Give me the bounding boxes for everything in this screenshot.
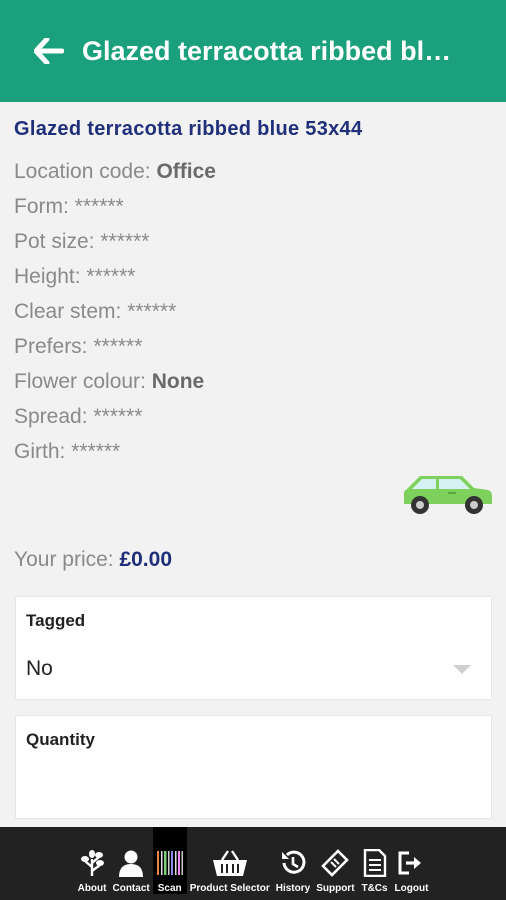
attr-prefers: Prefers: ****** [14, 335, 143, 358]
tagged-label: Tagged [26, 611, 86, 630]
history-icon [279, 848, 307, 878]
ticket-icon [321, 848, 350, 878]
page-title: Glazed terracotta ribbed bl… [82, 35, 452, 66]
back-button[interactable] [24, 26, 74, 76]
nav-scan[interactable]: Scan [152, 827, 187, 894]
arrow-left-icon [34, 38, 64, 64]
nav-contact[interactable]: Contact [109, 827, 152, 894]
nav-product-selector[interactable]: Product Selector [187, 827, 273, 894]
attr-location-code: Location code: Office [14, 160, 216, 183]
attr-height: Height: ****** [14, 265, 136, 288]
price-value: £0.00 [119, 548, 173, 571]
nav-about[interactable]: About [75, 827, 110, 894]
nav-history[interactable]: History [273, 827, 313, 894]
tagged-field[interactable]: Tagged No [15, 596, 492, 700]
basket-icon [212, 848, 248, 878]
nav-logout[interactable]: Logout [392, 827, 432, 894]
attr-clear-stem: Clear stem: ****** [14, 300, 177, 323]
attr-form: Form: ****** [14, 195, 124, 218]
price: Your price: £0.00 [14, 548, 173, 571]
chevron-down-icon [453, 665, 471, 674]
person-icon [117, 848, 145, 878]
leaf-icon [78, 848, 106, 878]
bottom-nav: About Contact Scan Product Selector Hist… [0, 827, 506, 900]
attr-pot-size: Pot size: ****** [14, 230, 150, 253]
attr-girth: Girth: ****** [14, 440, 121, 463]
quantity-label: Quantity [26, 730, 95, 749]
product-title: Glazed terracotta ribbed blue 53x44 [14, 118, 363, 140]
app-bar: Glazed terracotta ribbed bl… [0, 0, 506, 102]
product-detail: Glazed terracotta ribbed blue 53x44 Loca… [0, 102, 506, 827]
tagged-select[interactable]: No [16, 637, 491, 699]
document-icon [361, 848, 389, 878]
car-icon[interactable] [402, 472, 494, 516]
nav-support[interactable]: Support [313, 827, 357, 894]
attr-flower-colour: Flower colour: None [14, 370, 205, 393]
nav-tcs[interactable]: T&Cs [358, 827, 392, 894]
logout-icon [397, 848, 425, 878]
quantity-input[interactable] [16, 756, 491, 818]
quantity-field[interactable]: Quantity [15, 715, 492, 819]
attr-spread: Spread: ****** [14, 405, 143, 428]
tagged-value: No [26, 657, 53, 680]
barcode-icon [156, 848, 184, 878]
